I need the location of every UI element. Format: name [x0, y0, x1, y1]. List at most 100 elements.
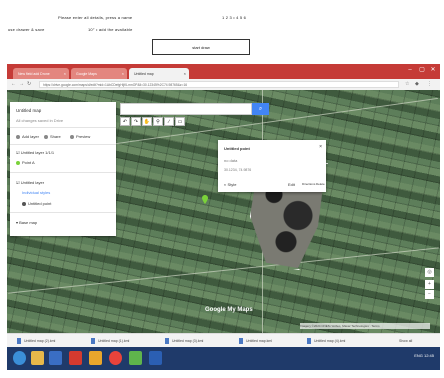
map-title[interactable]: Untitled map	[16, 108, 41, 113]
close-icon[interactable]: ×	[64, 71, 66, 76]
map-toolbar: ↶ ↷ ✋ ⚲ ∕ ▭	[120, 117, 185, 126]
sub-layer-item[interactable]: Untitled point	[22, 201, 51, 206]
download-label: Untitled map (4).kml	[314, 339, 346, 343]
back-icon[interactable]: ←	[11, 81, 16, 88]
my-location-icon[interactable]: ◎	[425, 268, 434, 277]
download-label: Untitled map (3).kml	[172, 339, 204, 343]
download-item[interactable]: Untitled map.kml	[239, 336, 272, 346]
feature-coords: 30.1234, 74.9876	[224, 168, 252, 172]
style-label: Style	[227, 182, 237, 187]
url-input[interactable]: https://drive.google.com/maps/d/edit?mid…	[39, 81, 399, 88]
explorer-icon[interactable]	[49, 351, 62, 365]
show-all-downloads[interactable]: Show all	[399, 336, 412, 346]
reload-icon[interactable]: ↻	[27, 81, 31, 88]
instruction-values: 1 2 3 • 4 5 6	[222, 15, 247, 20]
feature-info-card: Untitled point × no data 30.1234, 74.987…	[218, 140, 326, 192]
instruction-line-2b: 10° • add the available	[88, 27, 133, 32]
divider	[10, 212, 116, 213]
line-icon[interactable]: ∕	[164, 117, 174, 126]
pdf-reader-icon[interactable]	[69, 351, 82, 365]
star-icon[interactable]: ☆	[405, 81, 409, 88]
tab-bar: New field add Drone × Google Maps × Untitl…	[7, 64, 440, 79]
zoom-in-button[interactable]: +	[425, 280, 434, 289]
word-icon[interactable]	[149, 351, 162, 365]
preview-label: Preview	[76, 134, 91, 139]
zoom-out-button[interactable]: −	[425, 290, 434, 299]
style-button[interactable]: ◐ Style	[224, 182, 236, 187]
extension-icon[interactable]: ◆	[415, 81, 419, 88]
menu-icon[interactable]: ⋮	[427, 81, 432, 88]
layer-item[interactable]: Point A	[16, 160, 35, 165]
media-icon[interactable]	[89, 351, 102, 365]
share-label: Share	[50, 134, 61, 139]
tab-2[interactable]: Google Maps ×	[71, 68, 127, 79]
sub-layer-item-label: Untitled point	[28, 201, 52, 206]
minimize-icon[interactable]: –	[405, 66, 415, 74]
edit-icon[interactable]: Edit	[288, 182, 295, 187]
directions-icon[interactable]: Directions	[302, 182, 315, 186]
search-button[interactable]: ⌕	[252, 103, 269, 115]
feature-title[interactable]: Untitled point	[224, 146, 250, 151]
preview-icon	[70, 134, 74, 139]
file-icon	[307, 338, 311, 344]
system-tray[interactable]: ENG 12:45	[414, 353, 434, 358]
sub-layer-title-label: Untitled layer	[20, 180, 45, 185]
layer-group[interactable]: ☑ Untitled layer 1/1/1	[16, 150, 54, 155]
ruler-icon[interactable]: ▭	[175, 117, 185, 126]
download-label: Untitled map (2).kml	[24, 339, 56, 343]
map-pin-icon[interactable]	[202, 195, 208, 204]
map-layers-panel: Untitled map All changes saved in Drive …	[10, 102, 116, 236]
close-icon[interactable]: ×	[184, 71, 186, 76]
start-draw-button[interactable]: start draw	[152, 39, 250, 55]
download-item[interactable]: Untitled map (4).kml	[307, 336, 345, 346]
maximize-icon[interactable]: ▢	[417, 66, 427, 74]
download-item[interactable]: Untitled map (2).kml	[17, 336, 55, 346]
download-item[interactable]: Untitled map (3).kml	[165, 336, 203, 346]
divider	[10, 172, 116, 173]
base-map-label: Base map	[19, 220, 38, 225]
downloads-bar: Untitled map (2).kml Untitled map (1).km…	[7, 333, 440, 348]
close-icon[interactable]: ×	[319, 144, 322, 150]
download-item[interactable]: Untitled map (1).kml	[91, 336, 129, 346]
preview-button[interactable]: Preview	[70, 134, 90, 139]
close-icon[interactable]: ×	[122, 71, 124, 76]
point-icon	[22, 201, 26, 206]
close-window-icon[interactable]: ✕	[428, 66, 438, 74]
feature-description: no data	[224, 158, 238, 163]
individual-styles-link[interactable]: Individual styles	[22, 190, 50, 195]
redo-icon[interactable]: ↷	[131, 117, 141, 126]
road	[8, 247, 439, 294]
hand-icon[interactable]: ✋	[142, 117, 152, 126]
layer-group-label: Untitled layer 1/1/1	[20, 150, 55, 155]
file-icon	[239, 338, 243, 344]
forward-icon[interactable]: →	[19, 81, 24, 88]
file-icon	[165, 338, 169, 344]
download-label: Untitled map.kml	[246, 339, 273, 343]
sub-layer-title[interactable]: ☑ Untitled layer	[16, 180, 44, 185]
tab-1[interactable]: New field add Drone ×	[13, 68, 69, 79]
save-status: All changes saved in Drive	[16, 118, 64, 123]
share-button[interactable]: Share	[44, 134, 61, 139]
undo-icon[interactable]: ↶	[120, 117, 130, 126]
tab-3-label: Untitled map	[134, 71, 154, 76]
map-attribution: Imagery ©2024 CNES / Airbus, Maxar Techn…	[300, 323, 430, 329]
layer-item-label: Point A	[22, 160, 35, 165]
base-map-toggle[interactable]: ▾ Base map	[16, 220, 37, 225]
file-icon	[91, 338, 95, 344]
start-icon[interactable]	[13, 351, 26, 365]
share-icon	[44, 134, 48, 139]
divider	[10, 144, 116, 145]
taskbar: ENG 12:45	[7, 347, 440, 370]
chrome-icon[interactable]	[109, 351, 122, 365]
tab-1-label: New field add Drone	[18, 71, 50, 76]
search-input[interactable]	[120, 103, 252, 115]
divider	[10, 127, 116, 128]
folder-icon[interactable]	[31, 351, 44, 365]
app-icon[interactable]	[129, 351, 142, 365]
add-layer-button[interactable]: Add layer	[16, 134, 39, 139]
marker-icon[interactable]: ⚲	[153, 117, 163, 126]
delete-icon[interactable]: Delete	[316, 182, 325, 186]
tab-3[interactable]: Untitled map ×	[129, 68, 189, 79]
google-my-maps-logo: Google My Maps	[205, 307, 253, 313]
address-bar: ← → ↻ https://drive.google.com/maps/d/ed…	[7, 79, 440, 90]
